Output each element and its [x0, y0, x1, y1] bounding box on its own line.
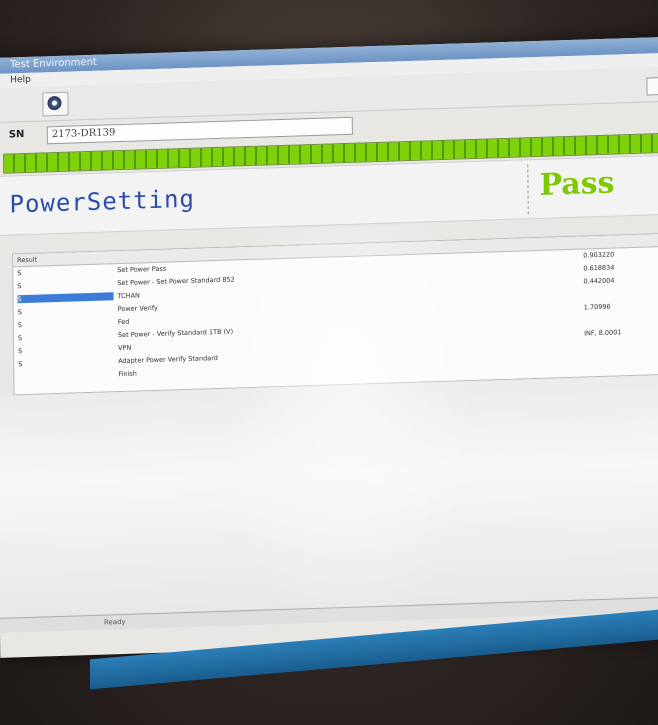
run-button[interactable] — [42, 91, 69, 117]
menu-item-help[interactable]: Help — [10, 75, 31, 86]
row-test-name: Adapter Power Verify Standard — [118, 353, 218, 366]
serial-input[interactable]: 2173-DR139 — [46, 116, 353, 145]
row-id: S — [18, 347, 23, 356]
toolbar-input[interactable] — [646, 76, 658, 96]
row-test-name: Set Power - Verify Standard 1TB (V) — [117, 327, 234, 340]
row-value: 1.70996 — [583, 302, 611, 312]
row-id: S — [17, 308, 22, 317]
row-value: 0.442004 — [583, 276, 615, 286]
row-test-name: Fed — [117, 317, 130, 327]
row-id: S — [17, 269, 22, 278]
window-title: Test Environment — [10, 56, 97, 71]
status-text: Ready — [103, 617, 126, 627]
row-value: 0.903220 — [583, 250, 615, 260]
row-test-name: Power Verify — [117, 303, 158, 314]
row-test-name: TCHAN — [117, 291, 140, 301]
row-test-name: VPN — [118, 343, 132, 353]
serial-label: SN — [8, 129, 25, 141]
row-id: S — [17, 292, 114, 304]
results-grid[interactable]: Result S Set Power Pass 0.903220 S Set Power… — [12, 232, 658, 396]
row-test-name: Finish — [118, 369, 137, 379]
row-id: S — [17, 282, 22, 291]
test-result-label: Pass — [539, 165, 615, 203]
row-test-name: Set Power Pass — [117, 264, 167, 275]
log-panel — [0, 374, 658, 616]
row-id: S — [17, 321, 22, 330]
app-window: Test Environment Help SN 2173-DR139 Powe… — [0, 36, 658, 658]
current-test-name: PowerSetting — [9, 184, 196, 219]
row-test-name: Set Power - Set Power Standard 852 — [117, 275, 235, 288]
banner-divider — [527, 164, 530, 215]
row-id: S — [17, 334, 23, 343]
row-value: 0.618834 — [583, 263, 615, 273]
column-header-result[interactable]: Result — [17, 256, 37, 265]
disc-icon — [47, 95, 62, 111]
row-value: INF, 8.0001 — [584, 328, 622, 338]
row-id: S — [18, 360, 23, 369]
